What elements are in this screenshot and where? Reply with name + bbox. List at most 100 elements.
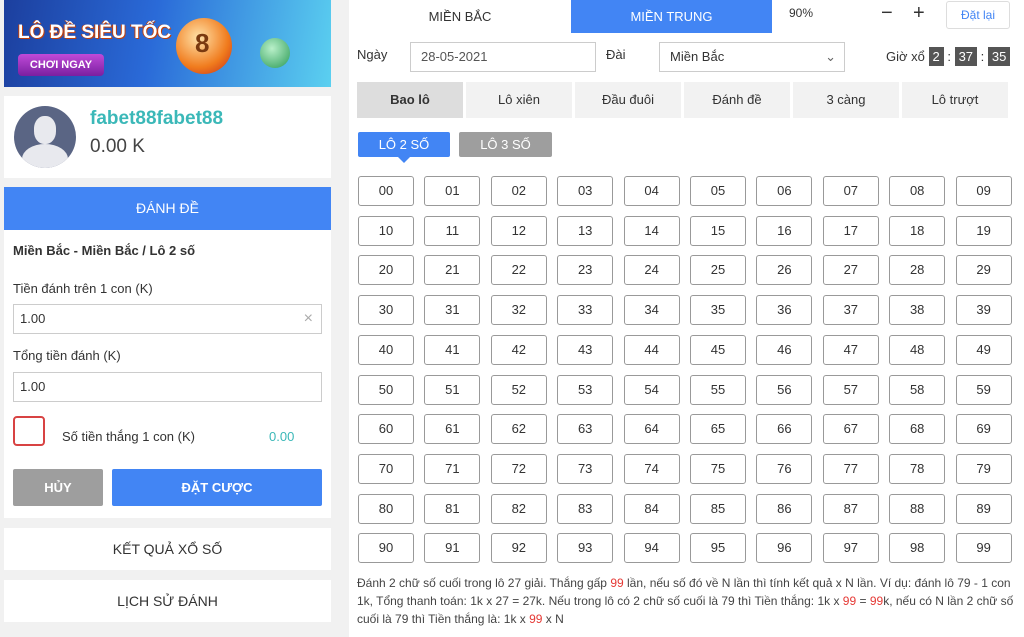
number-button[interactable]: 88 <box>889 493 946 524</box>
number-button[interactable]: 08 <box>889 176 946 206</box>
tab-mien-bac[interactable]: MIỀN BẮC <box>349 0 571 33</box>
tab-bet-type[interactable]: 3 càng <box>793 82 899 118</box>
number-button[interactable]: 93 <box>557 533 614 564</box>
number-button[interactable]: 44 <box>623 334 680 365</box>
number-button[interactable]: 33 <box>557 295 614 326</box>
number-button[interactable]: 91 <box>424 533 481 564</box>
play-now-button[interactable]: CHƠI NGAY <box>18 54 104 76</box>
number-button[interactable]: 74 <box>623 453 680 484</box>
number-button[interactable]: 09 <box>955 176 1012 206</box>
number-button[interactable]: 06 <box>756 176 813 206</box>
number-button[interactable]: 37 <box>822 295 879 326</box>
number-button[interactable]: 83 <box>557 493 614 524</box>
number-button[interactable]: 81 <box>424 493 481 524</box>
lottery-results-button[interactable]: KẾT QUẢ XỔ SỐ <box>4 528 331 570</box>
zoom-in-button[interactable]: + <box>913 2 925 25</box>
number-button[interactable]: 10 <box>358 215 414 246</box>
place-bet-button[interactable]: ĐẶT CƯỢC <box>112 469 322 506</box>
tab-bet-type[interactable]: Đầu đuôi <box>575 82 681 118</box>
number-button[interactable]: 70 <box>358 453 414 484</box>
subtab-lo-2-so[interactable]: LÔ 2 SỐ <box>358 132 450 157</box>
number-button[interactable]: 47 <box>822 334 879 365</box>
number-button[interactable]: 50 <box>358 374 414 405</box>
total-input[interactable]: 1.00 <box>13 372 322 402</box>
number-button[interactable]: 35 <box>690 295 746 326</box>
number-button[interactable]: 51 <box>424 374 481 405</box>
number-button[interactable]: 28 <box>889 255 946 286</box>
number-button[interactable]: 68 <box>889 414 946 445</box>
number-button[interactable]: 48 <box>889 334 946 365</box>
number-button[interactable]: 38 <box>889 295 946 326</box>
number-button[interactable]: 79 <box>955 453 1012 484</box>
number-button[interactable]: 02 <box>490 176 547 206</box>
number-button[interactable]: 77 <box>822 453 879 484</box>
number-button[interactable]: 92 <box>490 533 547 564</box>
number-button[interactable]: 42 <box>490 334 547 365</box>
number-button[interactable]: 87 <box>822 493 879 524</box>
number-button[interactable]: 78 <box>889 453 946 484</box>
number-button[interactable]: 29 <box>955 255 1012 286</box>
number-button[interactable]: 53 <box>557 374 614 405</box>
number-button[interactable]: 03 <box>557 176 614 206</box>
number-button[interactable]: 90 <box>358 533 414 564</box>
tab-mien-trung[interactable]: MIỀN TRUNG <box>571 0 772 33</box>
number-button[interactable]: 72 <box>490 453 547 484</box>
reset-zoom-button[interactable]: Đặt lại <box>946 1 1010 29</box>
number-button[interactable]: 00 <box>358 176 414 206</box>
station-select[interactable]: Miền Bắc ⌄ <box>659 42 845 72</box>
number-button[interactable]: 69 <box>955 414 1012 445</box>
number-button[interactable]: 61 <box>424 414 481 445</box>
number-button[interactable]: 27 <box>822 255 879 286</box>
tab-bet-type[interactable]: Đánh đề <box>684 82 790 118</box>
bet-history-button[interactable]: LỊCH SỬ ĐÁNH <box>4 580 331 622</box>
number-button[interactable]: 54 <box>623 374 680 405</box>
number-button[interactable]: 14 <box>623 215 680 246</box>
number-button[interactable]: 95 <box>690 533 746 564</box>
number-button[interactable]: 64 <box>623 414 680 445</box>
cancel-button[interactable]: HỦY <box>13 469 103 506</box>
number-button[interactable]: 56 <box>756 374 813 405</box>
amount-input[interactable]: 1.00 × <box>13 304 322 334</box>
number-button[interactable]: 73 <box>557 453 614 484</box>
zoom-out-button[interactable]: − <box>881 2 893 25</box>
number-button[interactable]: 86 <box>756 493 813 524</box>
number-button[interactable]: 23 <box>557 255 614 286</box>
number-button[interactable]: 76 <box>756 453 813 484</box>
number-button[interactable]: 12 <box>490 215 547 246</box>
number-button[interactable]: 39 <box>955 295 1012 326</box>
number-button[interactable]: 89 <box>955 493 1012 524</box>
number-button[interactable]: 75 <box>690 453 746 484</box>
subtab-lo-3-so[interactable]: LÔ 3 SỐ <box>459 132 552 157</box>
number-button[interactable]: 98 <box>889 533 946 564</box>
number-button[interactable]: 55 <box>690 374 746 405</box>
number-button[interactable]: 71 <box>424 453 481 484</box>
number-button[interactable]: 01 <box>424 176 481 206</box>
number-button[interactable]: 15 <box>690 215 746 246</box>
number-button[interactable]: 97 <box>822 533 879 564</box>
tab-bet-type[interactable]: Bao lô <box>357 82 463 118</box>
number-button[interactable]: 20 <box>358 255 414 286</box>
number-button[interactable]: 46 <box>756 334 813 365</box>
number-button[interactable]: 57 <box>822 374 879 405</box>
number-button[interactable]: 25 <box>690 255 746 286</box>
date-input[interactable]: 28-05-2021 <box>410 42 596 72</box>
number-button[interactable]: 99 <box>955 533 1012 564</box>
number-button[interactable]: 63 <box>557 414 614 445</box>
number-button[interactable]: 16 <box>756 215 813 246</box>
number-button[interactable]: 52 <box>490 374 547 405</box>
number-button[interactable]: 04 <box>623 176 680 206</box>
number-button[interactable]: 62 <box>490 414 547 445</box>
number-button[interactable]: 24 <box>623 255 680 286</box>
number-button[interactable]: 21 <box>424 255 481 286</box>
number-button[interactable]: 59 <box>955 374 1012 405</box>
number-button[interactable]: 49 <box>955 334 1012 365</box>
number-button[interactable]: 32 <box>490 295 547 326</box>
promo-banner[interactable]: 8 LÔ ĐỀ SIÊU TỐC CHƠI NGAY <box>4 0 331 87</box>
number-button[interactable]: 65 <box>690 414 746 445</box>
number-button[interactable]: 30 <box>358 295 414 326</box>
number-button[interactable]: 22 <box>490 255 547 286</box>
number-button[interactable]: 07 <box>822 176 879 206</box>
clear-icon[interactable]: × <box>304 305 313 333</box>
number-button[interactable]: 96 <box>756 533 813 564</box>
number-button[interactable]: 19 <box>955 215 1012 246</box>
